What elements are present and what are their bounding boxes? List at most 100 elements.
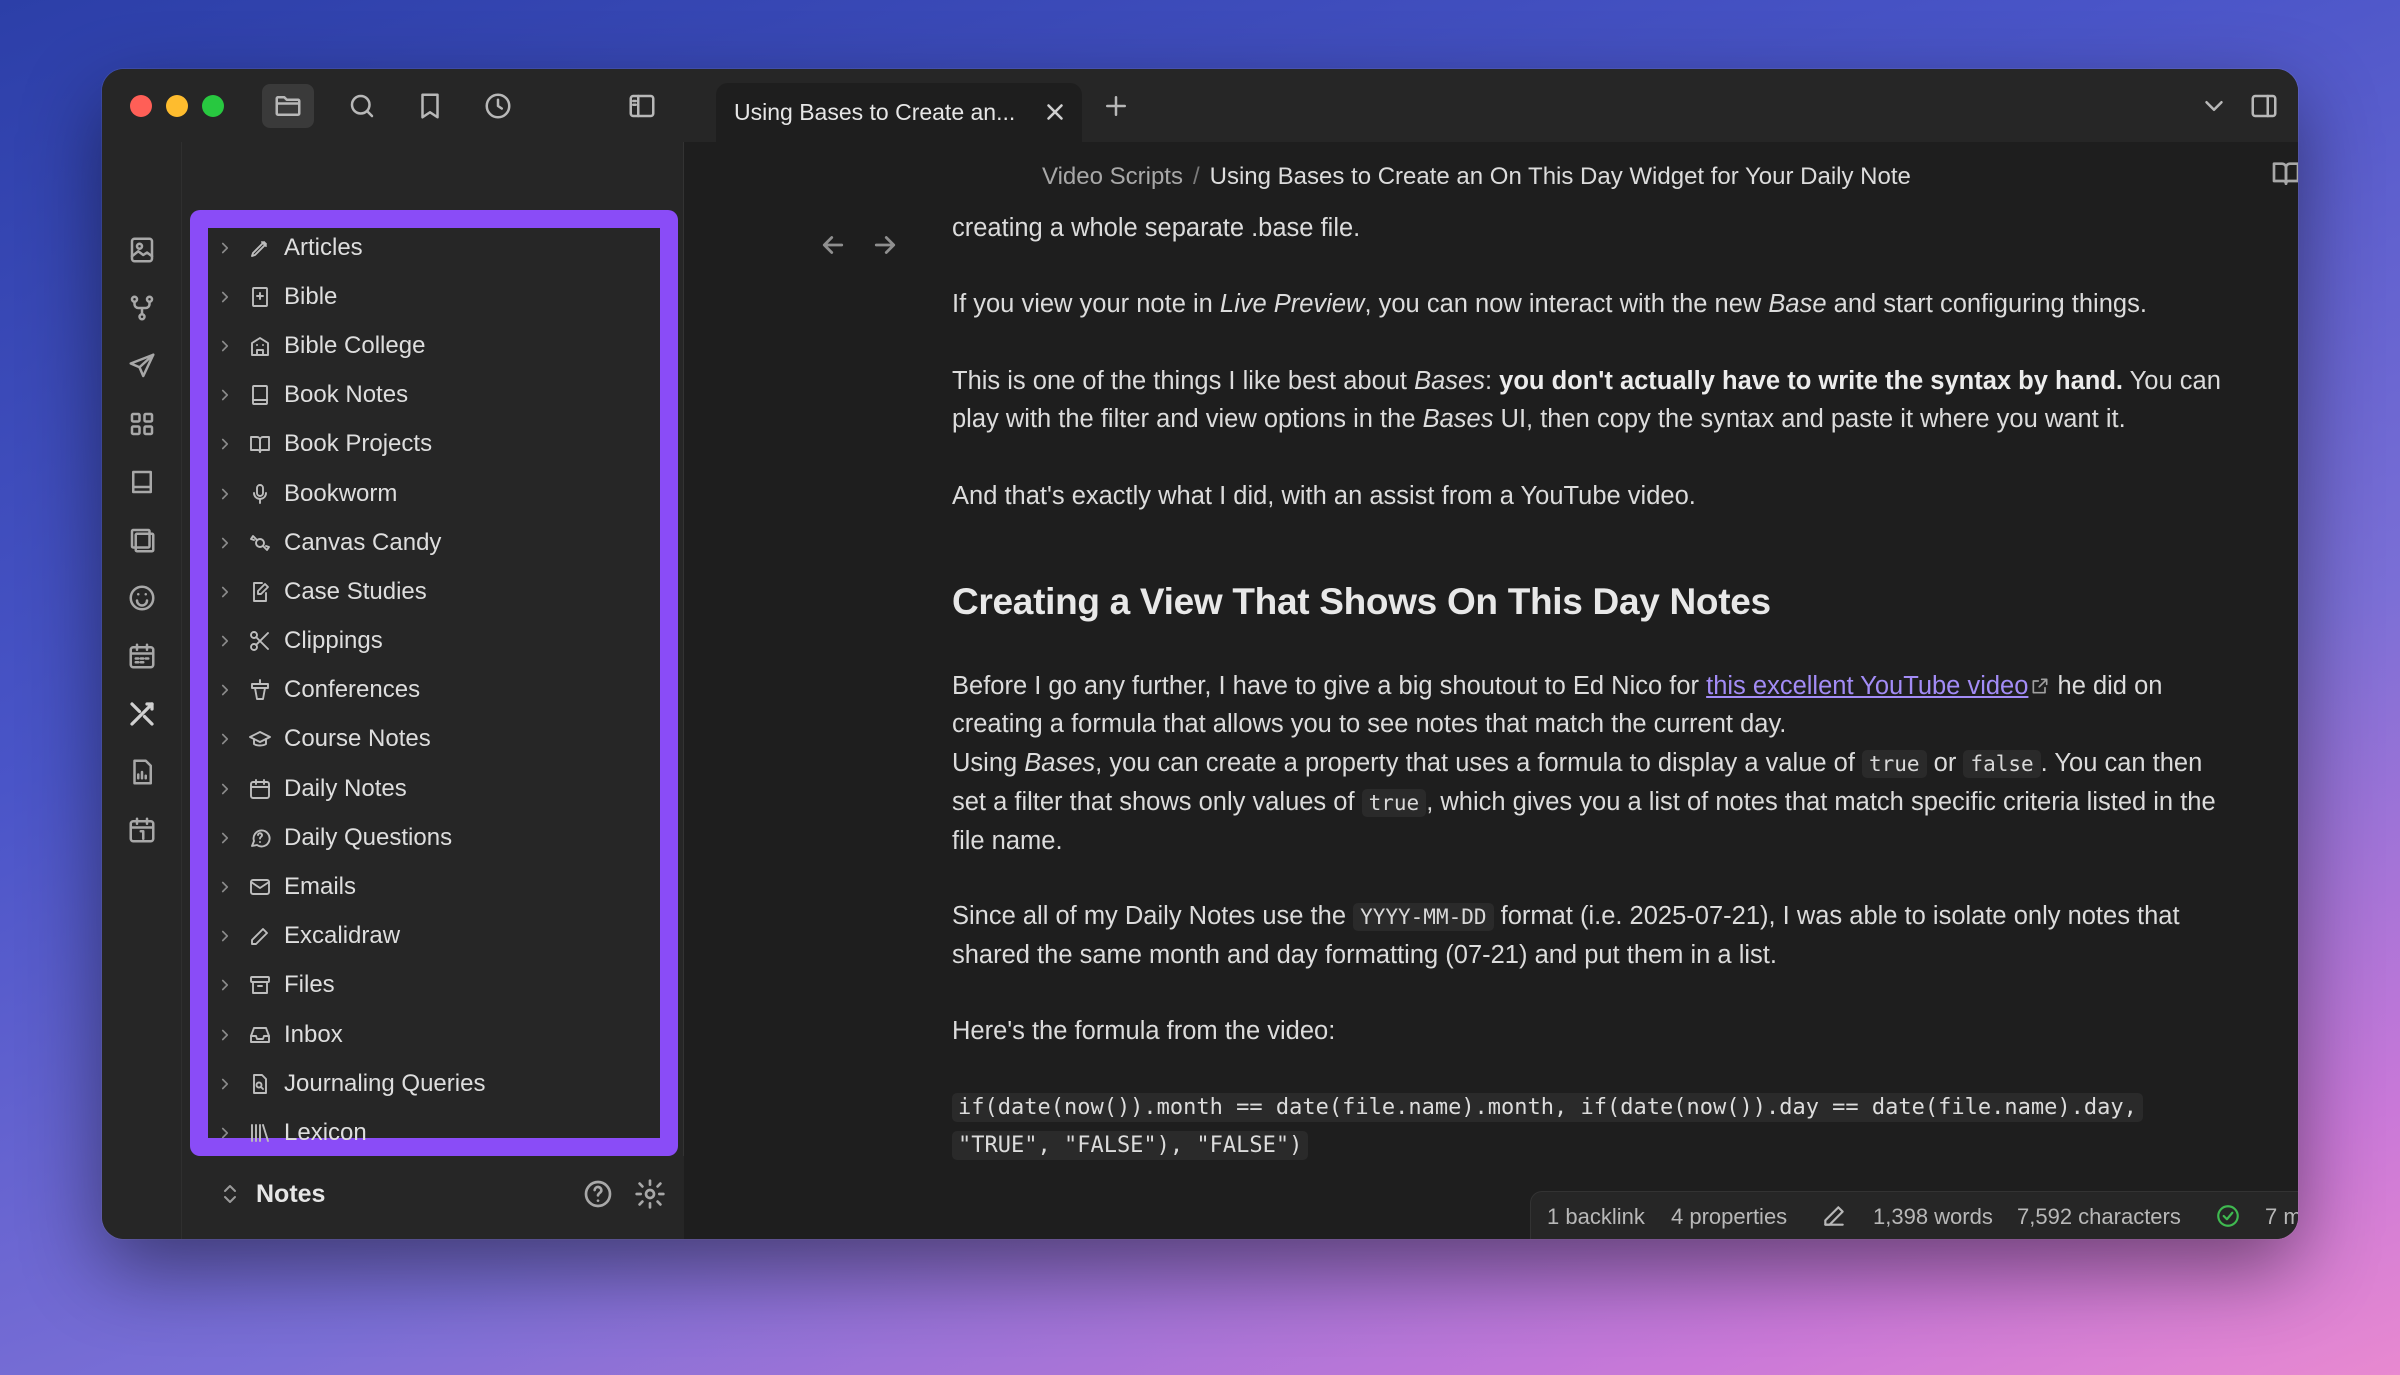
folder-item[interactable]: Bible <box>202 272 662 321</box>
folder-item[interactable]: Bible College <box>202 321 662 370</box>
text: And that's exactly what I did, with an a… <box>952 482 1696 510</box>
breadcrumb-parent[interactable]: Video Scripts <box>1042 163 1183 190</box>
folder-item[interactable]: Clippings <box>202 617 662 666</box>
toggle-right-sidebar-button[interactable] <box>2244 86 2284 126</box>
book-open-icon <box>248 432 272 456</box>
send-icon <box>129 353 155 378</box>
folder-item[interactable]: Conferences <box>202 666 662 715</box>
chevron-right-icon[interactable] <box>216 435 234 453</box>
sidebar-toggle-icon <box>629 94 655 118</box>
chevron-right-icon[interactable] <box>216 485 234 503</box>
folder-label: Excalidraw <box>284 922 401 950</box>
ribbon-book-button[interactable] <box>122 462 162 502</box>
folder-item[interactable]: Articles <box>202 223 662 272</box>
vault-switch-button[interactable] <box>218 1182 242 1206</box>
chevron-right-icon[interactable] <box>216 583 234 601</box>
folder-item[interactable]: Canvas Candy <box>202 518 662 567</box>
folder-label: Journaling Queries <box>284 1069 486 1097</box>
chevron-right-icon[interactable] <box>216 386 234 404</box>
youtube-video-link[interactable]: this excellent YouTube video <box>1706 672 2028 700</box>
ribbon-graph-button[interactable] <box>122 288 162 328</box>
ribbon-grid-button[interactable] <box>122 404 162 444</box>
chevron-right-icon[interactable] <box>216 239 234 257</box>
search-button[interactable] <box>342 86 382 126</box>
settings-button[interactable] <box>634 1178 668 1212</box>
gear-icon <box>635 1179 665 1209</box>
bookmarks-button[interactable] <box>410 86 450 126</box>
folder-item[interactable]: Files <box>202 961 662 1010</box>
sync-status[interactable] <box>2215 1203 2241 1229</box>
graduation-cap-icon <box>248 727 272 751</box>
ribbon-layers-button[interactable] <box>122 520 162 560</box>
recent-files-button[interactable] <box>478 86 518 126</box>
close-tab-button[interactable] <box>1042 99 1068 125</box>
folder-item[interactable]: Course Notes <box>202 715 662 764</box>
backlinks-count[interactable]: 1 backlink <box>1547 1204 1645 1230</box>
close-window-button[interactable] <box>130 95 152 117</box>
folder-item[interactable]: Excalidraw <box>202 912 662 961</box>
image-icon <box>130 237 154 263</box>
smile-icon <box>129 585 155 611</box>
text: or <box>1926 749 1964 777</box>
book-plus-icon <box>248 285 272 309</box>
ribbon-tools-button[interactable] <box>122 694 162 734</box>
folder-item[interactable]: Daily Questions <box>202 813 662 862</box>
italic-text: Bases <box>1422 405 1494 433</box>
chevron-right-icon[interactable] <box>216 927 234 945</box>
folder-label: Files <box>284 971 335 999</box>
new-tab-button[interactable] <box>1096 86 1136 126</box>
folder-item[interactable]: Emails <box>202 862 662 911</box>
breadcrumb: Video Scripts / Using Bases to Create an O… <box>1042 163 1911 191</box>
breadcrumb-current[interactable]: Using Bases to Create an On This Day Wid… <box>1210 163 1911 190</box>
reading-view-button[interactable] <box>2270 157 2298 193</box>
code-line: "TRUE", "FALSE"), "FALSE") <box>952 1127 2242 1165</box>
edit-mode-button[interactable] <box>1821 1203 1847 1229</box>
folder-item[interactable]: Book Notes <box>202 371 662 420</box>
chevron-right-icon[interactable] <box>216 337 234 355</box>
chevron-right-icon[interactable] <box>216 681 234 699</box>
maximize-window-button[interactable] <box>202 95 224 117</box>
chevron-right-icon[interactable] <box>216 878 234 896</box>
ribbon-image-button[interactable] <box>122 230 162 270</box>
chevron-right-icon[interactable] <box>216 829 234 847</box>
ribbon-calendar-button[interactable] <box>122 636 162 676</box>
code-text: "TRUE", "FALSE"), "FALSE") <box>952 1131 1309 1160</box>
chevron-right-icon[interactable] <box>216 730 234 748</box>
chevron-right-icon[interactable] <box>216 632 234 650</box>
folder-item[interactable]: Bookworm <box>202 469 662 518</box>
chevron-right-icon[interactable] <box>216 976 234 994</box>
folder-label: Emails <box>284 873 357 901</box>
chevron-right-icon[interactable] <box>216 1124 234 1142</box>
file-chart-icon <box>133 759 152 785</box>
ribbon-daily-note-button[interactable] <box>122 810 162 850</box>
folder-item[interactable]: Lexicon <box>202 1108 662 1157</box>
chevron-right-icon[interactable] <box>216 1026 234 1044</box>
italic-text: Base <box>1768 290 1827 318</box>
ribbon-send-button[interactable] <box>122 346 162 386</box>
properties-count[interactable]: 4 properties <box>1671 1204 1787 1230</box>
files-view-button[interactable] <box>262 84 314 128</box>
ribbon-emoji-button[interactable] <box>122 578 162 618</box>
folder-label: Bible <box>284 282 338 310</box>
tab-label: Using Bases to Create an... <box>734 99 1016 125</box>
minimize-window-button[interactable] <box>166 95 188 117</box>
folder-item[interactable]: Case Studies <box>202 567 662 616</box>
ribbon-report-button[interactable] <box>122 752 162 792</box>
chevron-right-icon[interactable] <box>216 534 234 552</box>
tab-list-button[interactable] <box>2194 86 2234 126</box>
tab-active-note[interactable]: Using Bases to Create an... <box>716 83 1082 142</box>
book-icon <box>132 470 152 494</box>
toggle-left-sidebar-button[interactable] <box>622 86 662 126</box>
building-icon <box>248 334 272 358</box>
folder-item[interactable]: Book Projects <box>202 420 662 469</box>
navigate-back-button[interactable] <box>818 230 852 264</box>
folder-item[interactable]: Daily Notes <box>202 764 662 813</box>
navigate-forward-button[interactable] <box>870 230 904 264</box>
vault-name[interactable]: Notes <box>256 1180 325 1209</box>
chevron-right-icon[interactable] <box>216 288 234 306</box>
folder-item[interactable]: Inbox <box>202 1010 662 1059</box>
folder-item[interactable]: Journaling Queries <box>202 1059 662 1108</box>
chevron-right-icon[interactable] <box>216 780 234 798</box>
chevron-right-icon[interactable] <box>216 1075 234 1093</box>
help-button[interactable] <box>582 1178 616 1212</box>
